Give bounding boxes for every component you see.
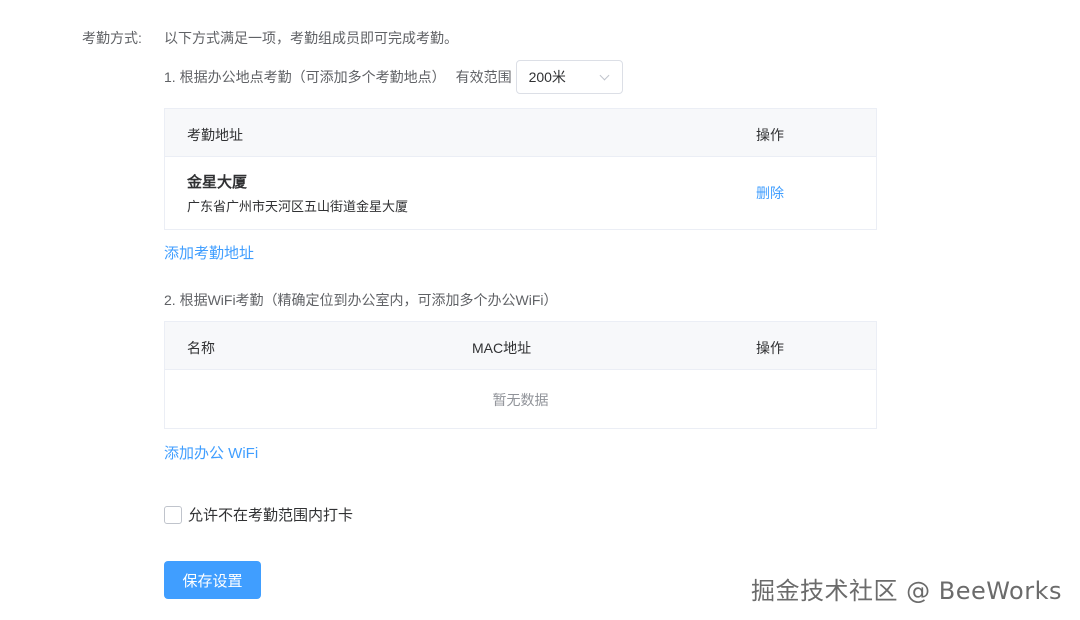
save-settings-button[interactable]: 保存设置: [164, 561, 261, 599]
table-row: 金星大厦 广东省广州市天河区五山街道金星大厦 删除: [165, 157, 876, 229]
watermark: 掘金技术社区 @ BeeWorks: [750, 577, 1062, 605]
wifi-table: 名称 MAC地址 操作 暂无数据: [164, 321, 877, 429]
location-table-header: 考勤地址 操作: [165, 109, 876, 157]
wifi-table-header: 名称 MAC地址 操作: [165, 322, 876, 370]
allow-outside-option[interactable]: 允许不在考勤范围内打卡: [164, 504, 353, 525]
location-table: 考勤地址 操作 金星大厦 广东省广州市天河区五山街道金星大厦 删除: [164, 108, 877, 230]
range-select-value: 200米: [528, 69, 566, 85]
wifi-table-body: 暂无数据: [165, 370, 876, 428]
attendance-method-description: 以下方式满足一项，考勤组成员即可完成考勤。: [164, 30, 458, 46]
chevron-down-icon: [599, 70, 610, 81]
column-header-name: 名称: [187, 340, 215, 356]
column-header-action: 操作: [756, 127, 784, 143]
location-address: 广东省广州市天河区五山街道金星大厦: [187, 199, 409, 214]
add-wifi-link[interactable]: 添加办公 WiFi: [164, 442, 258, 463]
range-label: 有效范围: [455, 69, 512, 85]
column-header-address: 考勤地址: [187, 127, 243, 143]
location-section-header: 1. 根据办公地点考勤（可添加多个考勤地点） 有效范围 200米: [164, 60, 623, 94]
column-header-mac: MAC地址: [472, 340, 532, 356]
column-header-action: 操作: [756, 340, 784, 356]
attendance-method-label: 考勤方式:: [82, 30, 142, 46]
delete-location-link[interactable]: 删除: [756, 183, 784, 203]
range-select[interactable]: 200米: [515, 60, 623, 94]
allow-outside-label: 允许不在考勤范围内打卡: [188, 507, 354, 524]
empty-state-text: 暂无数据: [492, 392, 549, 408]
location-name: 金星大厦: [187, 174, 248, 191]
allow-outside-checkbox[interactable]: [164, 505, 182, 524]
location-section-title: 1. 根据办公地点考勤（可添加多个考勤地点）: [164, 69, 446, 85]
add-location-link[interactable]: 添加考勤地址: [164, 242, 254, 263]
wifi-section-title: 2. 根据WiFi考勤（精确定位到办公室内，可添加多个办公WiFi）: [164, 292, 558, 308]
